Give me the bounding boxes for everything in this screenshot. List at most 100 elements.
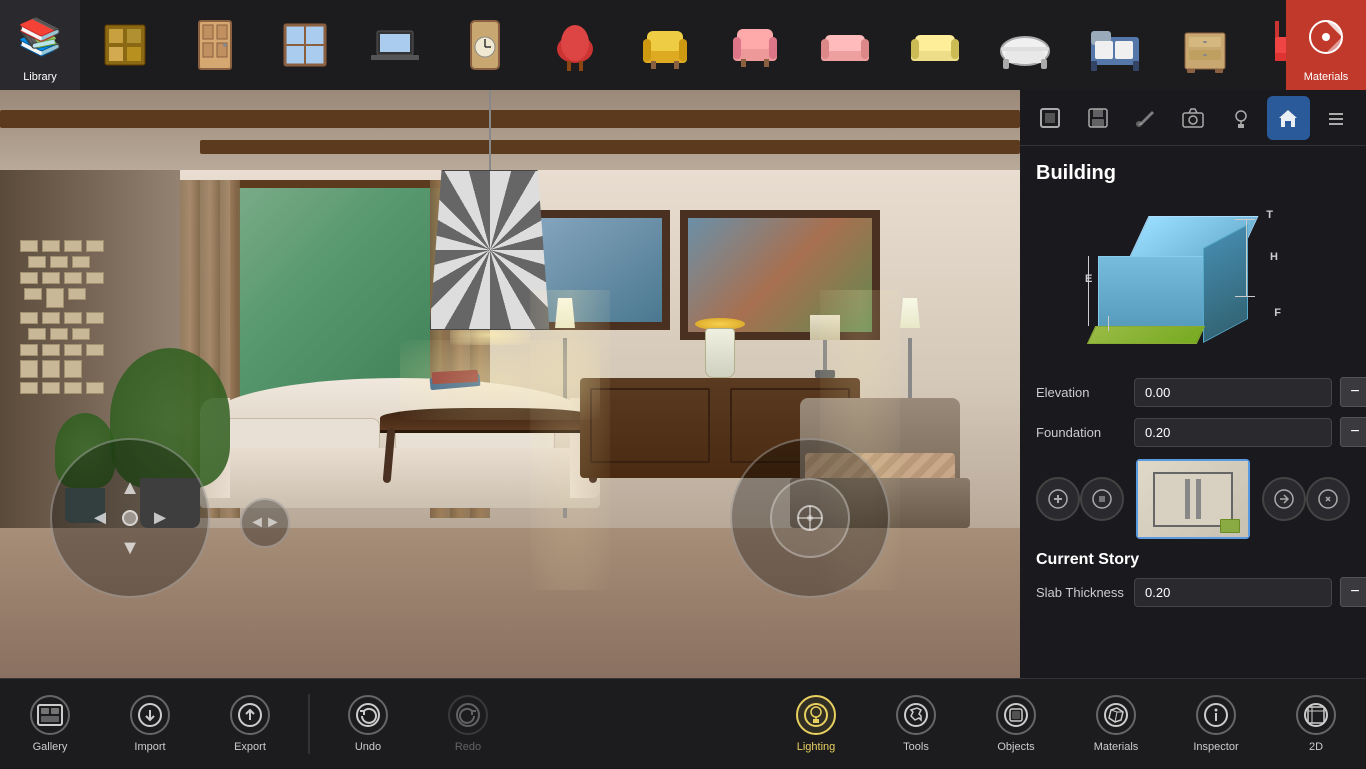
rp-tool-paint[interactable] xyxy=(1123,96,1167,140)
furniture-sofa-yellow[interactable] xyxy=(890,0,980,90)
elevation-label: Elevation xyxy=(1036,385,1126,400)
materials-bottom-button[interactable]: Materials xyxy=(1066,679,1166,769)
objects-label: Objects xyxy=(997,741,1034,753)
tools-icon xyxy=(896,695,936,735)
foundation-row: Foundation − + xyxy=(1036,417,1350,447)
undo-label: Undo xyxy=(355,741,381,753)
duplicate-story-button[interactable] xyxy=(1262,477,1306,521)
rp-tool-save[interactable] xyxy=(1076,96,1120,140)
lighting-label: Lighting xyxy=(797,741,836,753)
elevation-minus[interactable]: − xyxy=(1340,377,1366,407)
slab-thickness-row: Slab Thickness − + xyxy=(1036,577,1350,607)
undo-icon xyxy=(348,695,388,735)
room-scene: ▲ ◄ ► ▼ ◄► xyxy=(0,90,1020,678)
delete-story-button[interactable] xyxy=(1306,477,1350,521)
export-label: Export xyxy=(234,741,266,753)
foundation-label: Foundation xyxy=(1036,425,1126,440)
floor-preview[interactable] xyxy=(1136,459,1250,539)
redo-button[interactable]: Redo xyxy=(418,679,518,769)
slab-thickness-minus[interactable]: − xyxy=(1340,577,1366,607)
elevation-input[interactable] xyxy=(1134,378,1332,407)
coffee-table[interactable] xyxy=(370,403,610,523)
materials-bottom-label: Materials xyxy=(1094,741,1139,753)
furniture-bookshelf[interactable] xyxy=(80,0,170,90)
rp-tool-light[interactable] xyxy=(1219,96,1263,140)
foundation-input[interactable] xyxy=(1134,418,1332,447)
add-story-button[interactable] xyxy=(1036,477,1080,521)
materials-button[interactable]: Materials xyxy=(1286,0,1366,90)
bottom-toolbar: Gallery Import Export Undo Redo Light xyxy=(0,678,1366,768)
gallery-icon xyxy=(30,695,70,735)
furniture-laptop[interactable] xyxy=(350,0,440,90)
export-button[interactable]: Export xyxy=(200,679,300,769)
main-scene[interactable]: ▲ ◄ ► ▼ ◄► xyxy=(0,90,1020,678)
library-button[interactable]: 📚 Library xyxy=(0,0,80,90)
redo-icon xyxy=(448,695,488,735)
rp-section-title: Building xyxy=(1036,162,1350,185)
import-button[interactable]: Import xyxy=(100,679,200,769)
diagram-label-h: H xyxy=(1270,251,1278,263)
beam-2 xyxy=(200,140,1020,154)
lighting-button[interactable]: Lighting xyxy=(766,679,866,769)
furniture-chair-red[interactable] xyxy=(530,0,620,90)
building-diagram: T H E F xyxy=(1036,201,1350,361)
furniture-dresser[interactable] xyxy=(1160,0,1250,90)
slab-thickness-input[interactable] xyxy=(1134,578,1332,607)
lamp-cord xyxy=(489,90,491,160)
furniture-sofa-pink[interactable] xyxy=(800,0,890,90)
furniture-chair-pink[interactable] xyxy=(710,0,800,90)
diagram-label-t: T xyxy=(1266,209,1273,221)
divider-1 xyxy=(308,694,310,754)
library-label: Library xyxy=(23,71,57,83)
furniture-armchair-yellow[interactable] xyxy=(620,0,710,90)
story-buttons-row xyxy=(1036,459,1350,539)
inspector-button[interactable]: Inspector xyxy=(1166,679,1266,769)
rp-tool-home[interactable] xyxy=(1267,96,1311,140)
book-red xyxy=(432,370,479,384)
gallery-label: Gallery xyxy=(33,741,68,753)
inspector-icon xyxy=(1196,695,1236,735)
2d-icon xyxy=(1296,695,1336,735)
rp-tool-list[interactable] xyxy=(1314,96,1358,140)
rp-tool-select[interactable] xyxy=(1028,96,1072,140)
import-label: Import xyxy=(134,741,165,753)
furniture-bathtub[interactable] xyxy=(980,0,1070,90)
pendant-lamp xyxy=(430,90,550,345)
objects-icon xyxy=(996,695,1036,735)
redo-label: Redo xyxy=(455,741,481,753)
rp-content: Building T H E F xyxy=(1020,146,1366,678)
2d-label: 2D xyxy=(1309,741,1323,753)
materials-bottom-icon xyxy=(1096,695,1136,735)
inspector-label: Inspector xyxy=(1193,741,1238,753)
gallery-button[interactable]: Gallery xyxy=(0,679,100,769)
vase xyxy=(705,328,735,378)
wall-decoration xyxy=(20,240,120,440)
tools-label: Tools xyxy=(903,741,929,753)
right-panel: Building T H E F xyxy=(1020,90,1366,678)
current-story-title: Current Story xyxy=(1036,551,1350,569)
nav-look-button[interactable]: ◄► xyxy=(240,498,290,548)
furniture-bed[interactable] xyxy=(1070,0,1160,90)
objects-button[interactable]: Objects xyxy=(966,679,1066,769)
materials-label: Materials xyxy=(1304,71,1349,83)
nav-joystick-right[interactable] xyxy=(730,438,890,598)
diagram-label-f: F xyxy=(1274,307,1281,319)
rp-tool-camera[interactable] xyxy=(1171,96,1215,140)
furniture-door[interactable] xyxy=(170,0,260,90)
elevation-row: Elevation − + xyxy=(1036,377,1350,407)
select-story-button[interactable] xyxy=(1080,477,1124,521)
nav-joystick-left[interactable]: ▲ ◄ ► ▼ xyxy=(50,438,210,598)
import-icon xyxy=(130,695,170,735)
slab-thickness-label: Slab Thickness xyxy=(1036,585,1126,600)
top-toolbar: 📚 Library xyxy=(0,0,1366,90)
furniture-clock[interactable] xyxy=(440,0,530,90)
undo-button[interactable]: Undo xyxy=(318,679,418,769)
furniture-window[interactable] xyxy=(260,0,350,90)
foundation-minus[interactable]: − xyxy=(1340,417,1366,447)
2d-button[interactable]: 2D xyxy=(1266,679,1366,769)
lamp-shade xyxy=(430,170,550,330)
lighting-icon xyxy=(796,695,836,735)
export-icon xyxy=(230,695,270,735)
tools-button[interactable]: Tools xyxy=(866,679,966,769)
rp-toolbar xyxy=(1020,90,1366,146)
